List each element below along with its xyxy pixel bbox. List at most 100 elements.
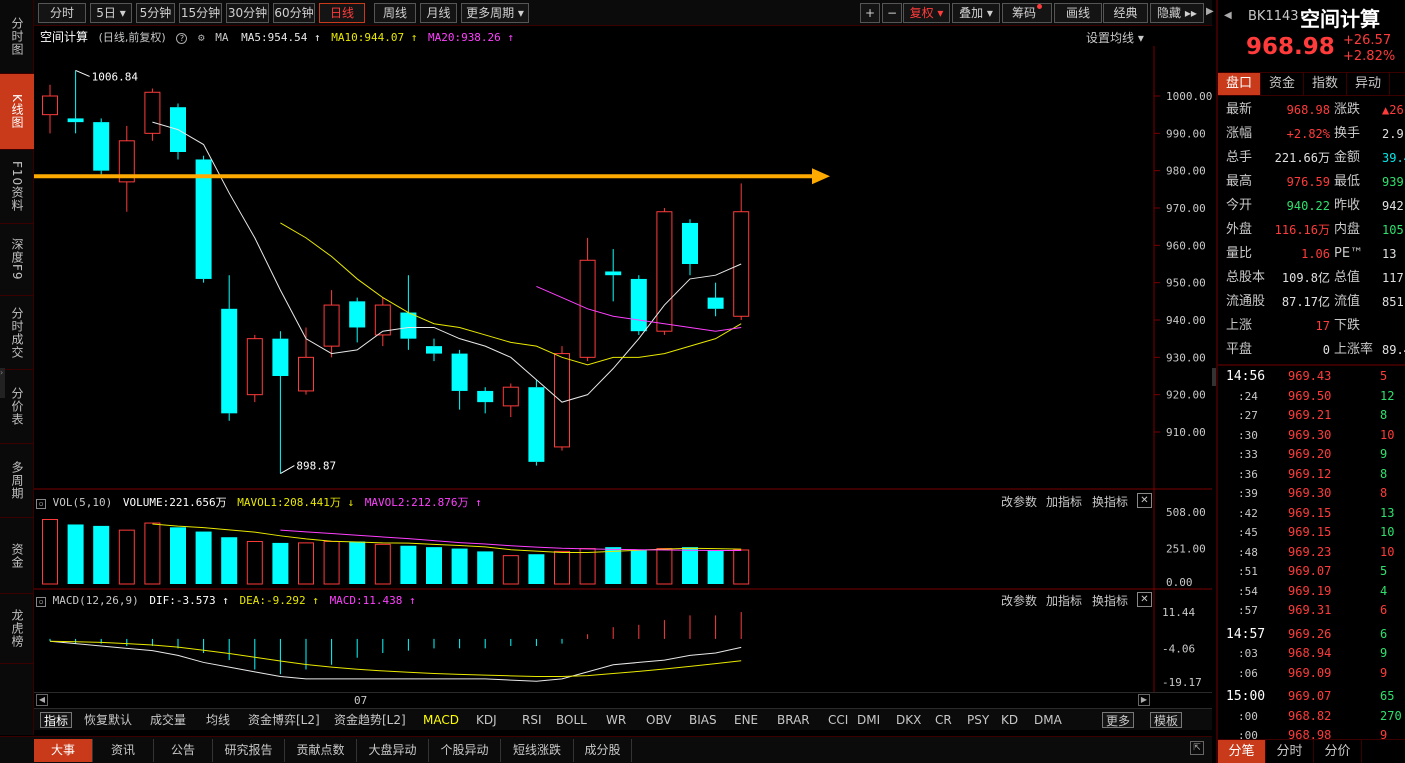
candle <box>323 290 340 358</box>
quote-tab-4[interactable]: 板 <box>1390 73 1405 95</box>
nav-item-8[interactable]: 龙虎榜 <box>0 594 34 664</box>
quote-tab-1[interactable]: 资金 <box>1261 73 1304 95</box>
fuquan-button[interactable]: 复权 ▾ <box>903 3 950 23</box>
vol-close-icon[interactable]: ✕ <box>1137 493 1152 508</box>
quote-tab-2[interactable]: 指数 <box>1304 73 1347 95</box>
indicator-21[interactable]: DMA <box>1034 712 1062 728</box>
indicator-15[interactable]: CCI <box>828 712 848 728</box>
period-tab-6[interactable]: 日线 <box>319 3 365 23</box>
macd-change-params-button[interactable]: 改参数 <box>1001 592 1037 609</box>
draw-line-button[interactable]: 画线 <box>1054 3 1102 23</box>
nav-toggle-icon[interactable]: › <box>0 368 5 398</box>
tick-tab-2[interactable]: 分价 <box>1314 740 1362 763</box>
indicator-11[interactable]: OBV <box>646 712 672 728</box>
period-tab-4[interactable]: 30分钟 <box>226 3 269 23</box>
zoom-in-button[interactable]: + <box>860 3 880 23</box>
more-right-icon[interactable]: ▶ <box>1206 6 1214 17</box>
tick-volume: 10 <box>1380 427 1395 442</box>
bottom-tab-1[interactable]: 资讯 <box>93 739 154 762</box>
nav-item-0[interactable]: 分时图 <box>0 0 34 74</box>
vol-collapse-icon[interactable]: ▫ <box>36 499 46 509</box>
indicator-13[interactable]: ENE <box>734 712 758 728</box>
quote-label: 今开 <box>1226 198 1253 213</box>
indicator-19[interactable]: PSY <box>967 712 989 728</box>
period-tab-0[interactable]: 分时 <box>38 3 86 23</box>
bottom-tab-5[interactable]: 大盘异动 <box>357 739 429 762</box>
nav-item-3[interactable]: 深度F9 <box>0 224 34 296</box>
macd-close-icon[interactable]: ✕ <box>1137 592 1152 607</box>
indicator-12[interactable]: BIAS <box>689 712 717 728</box>
zoom-out-button[interactable]: − <box>882 3 902 23</box>
indicator-1[interactable]: 恢复默认 <box>84 712 132 728</box>
vol-add-indicator-button[interactable]: 加指标 <box>1046 493 1082 510</box>
tick-time: :33 <box>1238 448 1258 461</box>
period-tab-1[interactable]: 5日 ▾ <box>90 3 132 23</box>
tick-tab-0[interactable]: 分笔 <box>1218 740 1266 763</box>
bottom-tab-2[interactable]: 公告 <box>154 739 213 762</box>
nav-item-1[interactable]: K线图 <box>0 74 34 150</box>
indicator-5[interactable]: 资金趋势[L2] <box>334 712 406 728</box>
nav-item-2[interactable]: F10资料 <box>0 150 34 224</box>
tick-tab-1[interactable]: 分时 <box>1266 740 1314 763</box>
period-tab-5[interactable]: 60分钟 <box>273 3 315 23</box>
volume-bar <box>93 525 110 584</box>
tick-time: :30 <box>1238 428 1258 442</box>
bottom-tab-4[interactable]: 贡献点数 <box>285 739 357 762</box>
indicator-23[interactable]: 模板 <box>1150 712 1183 728</box>
period-tab-3[interactable]: 15分钟 <box>179 3 222 23</box>
nav-item-4[interactable]: 分时成交 <box>0 296 34 370</box>
tick-list[interactable]: 14:56 969.43 5:24 969.50 12:27 969.21 8:30 969.… <box>1218 366 1405 742</box>
gear-icon[interactable]: ⚙ <box>198 31 205 44</box>
vol-swap-indicator-button[interactable]: 换指标 <box>1092 493 1128 510</box>
indicator-17[interactable]: DKX <box>896 712 921 728</box>
indicator-6[interactable]: MACD <box>423 712 459 728</box>
indicator-0[interactable]: 指标 <box>40 712 73 728</box>
indicator-10[interactable]: WR <box>606 712 626 728</box>
quote-tab-0[interactable]: 盘口 <box>1218 73 1261 95</box>
indicator-2[interactable]: 成交量 <box>150 712 186 728</box>
bottom-tab-8[interactable]: 成分股 <box>574 739 632 762</box>
expand-icon[interactable]: ⇱ <box>1190 741 1204 755</box>
chart-mode[interactable]: (日线,前复权) <box>99 31 166 44</box>
scroll-left-icon[interactable]: ◀ <box>36 694 48 706</box>
nav-item-6[interactable]: 多周期 <box>0 444 34 518</box>
bottom-tab-7[interactable]: 短线涨跌 <box>501 739 574 762</box>
indicator-18[interactable]: CR <box>935 712 952 728</box>
quote-value: 221.66万 <box>1274 151 1330 165</box>
indicator-3[interactable]: 均线 <box>206 712 230 728</box>
period-tab-9[interactable]: 更多周期 ▾ <box>461 3 529 23</box>
nav-item-5[interactable]: 分价表 <box>0 370 34 444</box>
chart-scrollbar[interactable]: ◀ ▶ <box>34 692 1212 706</box>
bottom-tab-0[interactable]: 大事 <box>34 739 93 762</box>
period-tab-2[interactable]: 5分钟 <box>136 3 175 23</box>
scroll-right-icon[interactable]: ▶ <box>1138 694 1150 706</box>
indicator-16[interactable]: DMI <box>857 712 880 728</box>
bottom-tab-3[interactable]: 研究报告 <box>213 739 285 762</box>
overlay-button[interactable]: 叠加 ▾ <box>952 3 1000 23</box>
indicator-7[interactable]: KDJ <box>476 712 497 728</box>
collapse-panel-icon[interactable]: ◀ <box>1224 10 1232 21</box>
help-icon[interactable]: ? <box>176 33 188 44</box>
period-tab-7[interactable]: 周线 <box>374 3 416 23</box>
ma-settings-button[interactable]: 设置均线 ▾ <box>1086 29 1144 46</box>
chips-button-label: 筹码 <box>1011 6 1036 20</box>
indicator-22[interactable]: 更多 <box>1102 712 1135 728</box>
classic-button[interactable]: 经典 <box>1103 3 1148 23</box>
panel-toggle-icon[interactable] <box>1212 368 1216 386</box>
indicator-20[interactable]: KD <box>1001 712 1018 728</box>
vol-change-params-button[interactable]: 改参数 <box>1001 493 1037 510</box>
bottom-tab-6[interactable]: 个股异动 <box>429 739 501 762</box>
volume-bar <box>477 551 494 584</box>
hide-button[interactable]: 隐藏 ▸▸ <box>1150 3 1204 23</box>
macd-add-indicator-button[interactable]: 加指标 <box>1046 592 1082 609</box>
nav-item-7[interactable]: 资金 <box>0 518 34 594</box>
chips-button[interactable]: 筹码 <box>1002 3 1052 23</box>
macd-collapse-icon[interactable]: ▫ <box>36 597 46 607</box>
indicator-14[interactable]: BRAR <box>777 712 810 728</box>
quote-tab-3[interactable]: 异动 <box>1347 73 1390 95</box>
indicator-4[interactable]: 资金博弈[L2] <box>248 712 320 728</box>
indicator-8[interactable]: RSI <box>522 712 542 728</box>
period-tab-8[interactable]: 月线 <box>420 3 457 23</box>
macd-swap-indicator-button[interactable]: 换指标 <box>1092 592 1128 609</box>
indicator-9[interactable]: BOLL <box>556 712 587 728</box>
